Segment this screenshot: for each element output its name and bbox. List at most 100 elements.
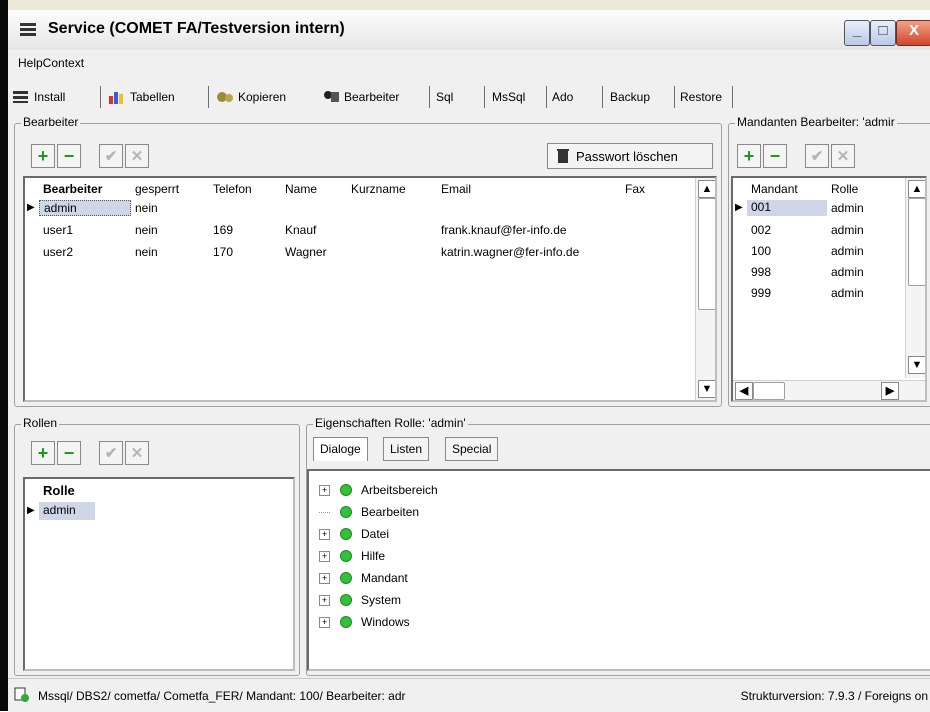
tab-tabellen[interactable]: Tabellen [108,89,175,105]
passwort-loeschen-button[interactable]: Passwort löschen [547,143,713,169]
table-row[interactable]: user1 nein 169 Knauf frank.knauf@fer-inf… [25,220,695,240]
column-header[interactable]: gesperrt [135,182,179,196]
column-header[interactable]: Email [441,182,471,196]
scroll-thumb[interactable] [753,382,785,400]
cell-gesperrt[interactable]: nein [135,245,158,259]
cell-mandant[interactable]: 998 [751,265,771,279]
tab-bearbeiter[interactable]: Bearbeiter [322,89,399,105]
cell-email[interactable]: katrin.wagner@fer-info.de [441,245,579,259]
cell-mandant[interactable]: 100 [751,244,771,258]
tree-node[interactable]: + Mandant [319,567,408,589]
cell-telefon[interactable]: 170 [213,245,233,259]
tree-node[interactable]: + Arbeitsbereich [319,479,438,501]
tree-node[interactable]: + Windows [319,611,410,633]
tab-restore[interactable]: Restore [680,89,722,105]
scroll-down-icon[interactable]: ▼ [908,356,925,374]
tree-node[interactable]: Bearbeiten [319,501,419,523]
scroll-thumb[interactable] [698,198,715,310]
tree-node[interactable]: + Hilfe [319,545,385,567]
table-row[interactable]: user2 nein 170 Wagner katrin.wagner@fer-… [25,242,695,262]
scroll-thumb[interactable] [908,198,925,286]
expand-icon[interactable]: + [319,616,330,628]
add-mandant-button[interactable]: + [737,144,761,168]
cell-bearbeiter[interactable]: user2 [43,245,73,259]
add-rolle-button[interactable]: + [31,441,55,465]
cell-mandant[interactable]: 999 [751,286,771,300]
mandanten-vertical-scrollbar[interactable]: ▲ ▼ [905,178,925,378]
column-header[interactable]: Bearbeiter [43,182,102,196]
cancel-mandant-button[interactable]: ✕ [831,144,855,168]
tree-node[interactable]: + System [319,589,401,611]
tree-node[interactable]: + Datei [319,523,389,545]
scroll-right-icon[interactable]: ▶ [881,382,899,400]
column-header[interactable]: Kurzname [351,182,406,196]
minimize-button[interactable]: _ [844,20,870,46]
delete-bearbeiter-button[interactable]: − [57,144,81,168]
scroll-up-icon[interactable]: ▲ [698,180,715,198]
cell-name[interactable]: Wagner [285,245,327,259]
column-header[interactable]: Mandant [751,182,798,196]
column-header[interactable]: Rolle [43,483,75,498]
expand-icon[interactable]: + [319,594,330,606]
confirm-rolle-button[interactable]: ✔ [99,441,123,465]
bearbeiter-vertical-scrollbar[interactable]: ▲ ▼ [695,178,715,400]
table-row[interactable]: 999 admin [733,283,903,303]
expand-icon[interactable]: + [319,528,330,540]
tab-listen[interactable]: Listen [383,437,430,461]
cell-rolle[interactable]: admin [831,201,864,215]
table-row[interactable]: 998 admin [733,262,903,282]
tab-mssql[interactable]: MsSql [492,89,525,105]
tab-restore-label: Restore [680,90,723,104]
tree-connector [319,511,330,513]
add-bearbeiter-button[interactable]: + [31,144,55,168]
confirm-bearbeiter-button[interactable]: ✔ [99,144,123,168]
expand-icon[interactable]: + [319,550,330,562]
tab-special[interactable]: Special [445,437,499,461]
confirm-mandant-button[interactable]: ✔ [805,144,829,168]
cell-rolle[interactable]: admin [831,244,864,258]
tab-kopieren[interactable]: Kopieren [216,89,286,105]
cell-mandant[interactable]: 001 [747,200,827,216]
cell-gesperrt[interactable]: nein [135,223,158,237]
table-row[interactable]: ▶ admin [25,501,285,521]
column-header[interactable]: Fax [625,182,645,196]
tab-ado[interactable]: Ado [552,89,573,105]
cell-gesperrt[interactable]: nein [135,201,158,215]
expand-icon[interactable]: + [319,572,330,584]
tab-dialoge[interactable]: Dialoge [313,437,368,461]
column-header[interactable]: Rolle [831,182,858,196]
cell-mandant[interactable]: 002 [751,223,771,237]
mandanten-horizontal-scrollbar[interactable]: ◀ ▶ [733,380,925,400]
tab-backup[interactable]: Backup [610,89,650,105]
table-row[interactable]: 100 admin [733,241,903,261]
scroll-up-icon[interactable]: ▲ [908,180,925,198]
column-header[interactable]: Name [285,182,317,196]
tab-install[interactable]: Install [12,89,65,105]
cell-rolle[interactable]: admin [831,265,864,279]
cell-rolle[interactable]: admin [831,286,864,300]
cell-email[interactable]: frank.knauf@fer-info.de [441,223,567,237]
cell-bearbeiter[interactable]: user1 [43,223,73,237]
cell-bearbeiter[interactable]: admin [39,200,131,216]
expand-icon[interactable]: + [319,484,330,496]
close-button[interactable]: X [896,20,930,46]
column-header[interactable]: Telefon [213,182,252,196]
green-status-icon [340,550,352,562]
menu-helpcontext[interactable]: HelpContext [18,56,84,70]
cancel-rolle-button[interactable]: ✕ [125,441,149,465]
cell-rolle[interactable]: admin [39,502,95,520]
tab-sql[interactable]: Sql [436,89,453,105]
table-row[interactable]: ▶ admin nein [25,198,695,218]
scroll-left-icon[interactable]: ◀ [735,382,753,400]
cancel-bearbeiter-button[interactable]: ✕ [125,144,149,168]
scroll-down-icon[interactable]: ▼ [698,380,715,398]
table-row[interactable]: ▶ 001 admin [733,198,903,218]
cell-rolle[interactable]: admin [831,223,864,237]
title-bar[interactable]: Service (COMET FA/Testversion intern) _ … [8,10,930,51]
maximize-button[interactable]: □ [870,20,896,46]
delete-rolle-button[interactable]: − [57,441,81,465]
table-row[interactable]: 002 admin [733,220,903,240]
cell-name[interactable]: Knauf [285,223,316,237]
delete-mandant-button[interactable]: − [763,144,787,168]
cell-telefon[interactable]: 169 [213,223,233,237]
